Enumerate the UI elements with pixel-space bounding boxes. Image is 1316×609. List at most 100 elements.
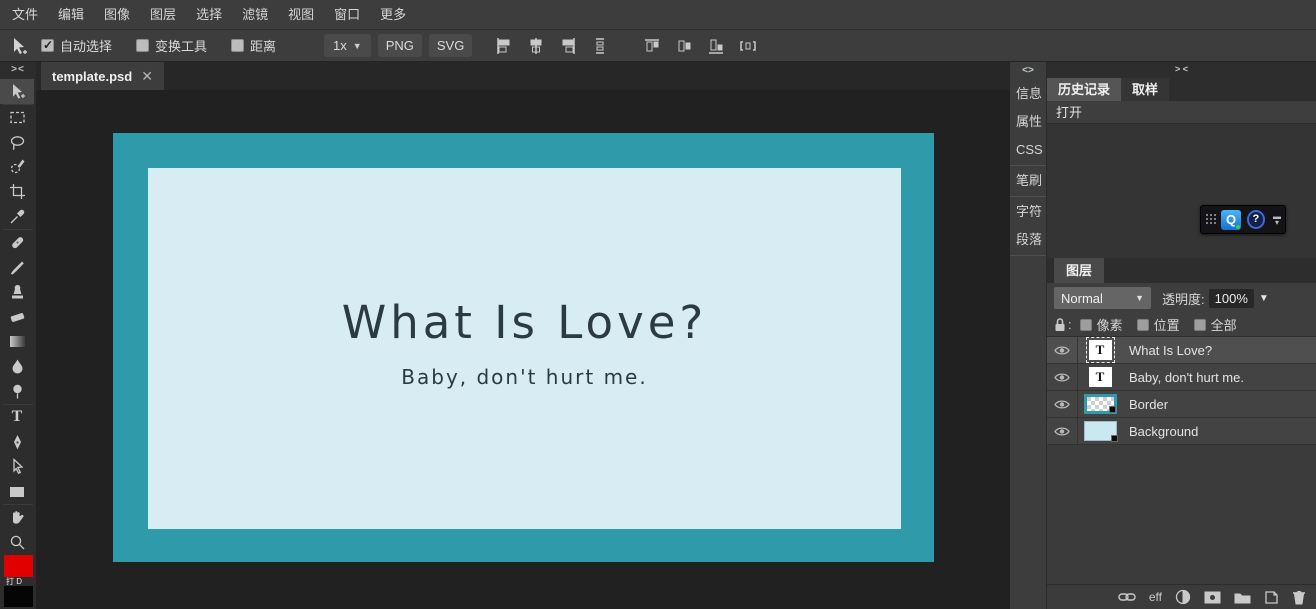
delete-layer-icon[interactable] xyxy=(1292,590,1306,605)
pixel-layer-thumbnail[interactable] xyxy=(1084,394,1117,414)
align-center-horizontal-icon[interactable] xyxy=(526,36,546,56)
layer-mask-icon[interactable] xyxy=(1204,591,1221,604)
lock-pixels-checkbox[interactable] xyxy=(1080,319,1092,331)
q-app-icon[interactable]: Q xyxy=(1221,210,1240,230)
layer-name[interactable]: Background xyxy=(1129,424,1198,439)
sidebar-tab-properties[interactable]: 属性 xyxy=(1010,108,1046,136)
tool-eraser[interactable] xyxy=(0,304,34,329)
checkbox-unchecked-icon[interactable] xyxy=(231,39,244,52)
document-canvas[interactable]: What Is Love? Baby, don't hurt me. xyxy=(113,133,934,562)
new-group-icon[interactable] xyxy=(1234,591,1251,604)
menu-item-window[interactable]: 窗口 xyxy=(324,0,370,29)
export-png-button[interactable]: PNG xyxy=(378,34,422,57)
opacity-dropdown-icon[interactable]: ▼ xyxy=(1259,293,1269,304)
export-svg-button[interactable]: SVG xyxy=(429,34,472,57)
visibility-toggle[interactable] xyxy=(1047,391,1078,417)
tab-history[interactable]: 历史记录 xyxy=(1047,78,1121,101)
align-right-icon[interactable] xyxy=(558,36,578,56)
tool-spot-heal[interactable] xyxy=(0,230,34,255)
layer-row[interactable]: T What Is Love? xyxy=(1047,337,1316,364)
tool-crop[interactable] xyxy=(0,179,34,204)
menu-item-file[interactable]: 文件 xyxy=(2,0,48,29)
canvas-workspace[interactable]: What Is Love? Baby, don't hurt me. xyxy=(36,90,1010,609)
expand-panels-icon[interactable]: <> xyxy=(1010,62,1046,80)
tool-zoom[interactable] xyxy=(0,530,34,555)
close-icon[interactable]: ✕ xyxy=(141,68,153,85)
menu-item-filter[interactable]: 滤镜 xyxy=(232,0,278,29)
menu-item-more[interactable]: 更多 xyxy=(370,0,416,29)
tool-rectangle-select[interactable] xyxy=(0,105,34,130)
transform-controls-checkbox[interactable]: 变换工具 xyxy=(136,36,207,55)
minimize-expand-icon[interactable]: ▬▾ xyxy=(1273,214,1281,226)
pixel-ratio-select[interactable]: 1x ▼ xyxy=(324,34,371,57)
menu-item-image[interactable]: 图像 xyxy=(94,0,140,29)
tool-lasso[interactable] xyxy=(0,130,34,155)
tool-clone-stamp[interactable] xyxy=(0,280,34,305)
align-bottom-icon[interactable] xyxy=(706,36,726,56)
tool-type[interactable]: T xyxy=(0,405,34,430)
distribute-horizontal-icon[interactable] xyxy=(738,36,758,56)
lock-position-checkbox[interactable] xyxy=(1137,319,1149,331)
tool-gradient[interactable] xyxy=(0,329,34,354)
tab-sampling[interactable]: 取样 xyxy=(1121,78,1169,101)
collapse-history-icon[interactable]: > < xyxy=(1047,62,1316,78)
help-icon[interactable]: ? xyxy=(1247,210,1265,229)
visibility-toggle[interactable] xyxy=(1047,418,1078,444)
tool-hand[interactable] xyxy=(0,505,34,530)
visibility-toggle[interactable] xyxy=(1047,337,1078,363)
menu-item-edit[interactable]: 编辑 xyxy=(48,0,94,29)
canvas-subtitle-text[interactable]: Baby, don't hurt me. xyxy=(148,365,901,389)
layer-row[interactable]: Background xyxy=(1047,418,1316,445)
floating-helper-toolbar[interactable]: Q ? ▬▾ xyxy=(1200,205,1286,234)
menu-item-select[interactable]: 选择 xyxy=(186,0,232,29)
checkbox-unchecked-icon[interactable] xyxy=(136,39,149,52)
align-top-icon[interactable] xyxy=(642,36,662,56)
sidebar-tab-character[interactable]: 字符 xyxy=(1010,198,1046,226)
layer-name[interactable]: Baby, don't hurt me. xyxy=(1129,370,1244,385)
tool-direct-select[interactable] xyxy=(0,455,34,480)
visibility-toggle[interactable] xyxy=(1047,364,1078,390)
auto-select-checkbox[interactable]: 自动选择 xyxy=(41,36,112,55)
tool-brush[interactable] xyxy=(0,255,34,280)
drag-handle-icon[interactable] xyxy=(1205,213,1217,226)
checkbox-checked-icon[interactable] xyxy=(41,39,54,52)
adjustment-layer-icon[interactable] xyxy=(1175,589,1191,605)
tool-blur[interactable] xyxy=(0,354,34,379)
distribute-vertical-icon[interactable] xyxy=(590,36,610,56)
sidebar-tab-brush[interactable]: 笔刷 xyxy=(1010,167,1046,195)
text-layer-thumbnail[interactable]: T xyxy=(1089,367,1112,387)
menu-item-view[interactable]: 视图 xyxy=(278,0,324,29)
blend-mode-select[interactable]: Normal ▼ xyxy=(1054,287,1151,309)
sidebar-tab-css[interactable]: CSS xyxy=(1010,136,1046,164)
collapse-tools-icon[interactable]: >< xyxy=(0,62,36,79)
layer-row[interactable]: T Baby, don't hurt me. xyxy=(1047,364,1316,391)
tool-move[interactable] xyxy=(0,79,34,104)
foreground-color-swatch[interactable] xyxy=(4,555,33,577)
canvas-background[interactable]: What Is Love? Baby, don't hurt me. xyxy=(148,168,901,529)
align-middle-vertical-icon[interactable] xyxy=(674,36,694,56)
align-left-icon[interactable] xyxy=(494,36,514,56)
tool-dodge[interactable] xyxy=(0,379,34,404)
opacity-value[interactable]: 100% xyxy=(1209,289,1254,308)
background-color-swatch[interactable] xyxy=(4,586,33,607)
tool-rectangle-shape[interactable] xyxy=(0,479,34,504)
tool-eyedropper[interactable] xyxy=(0,204,34,229)
layer-name[interactable]: Border xyxy=(1129,397,1168,412)
layer-effects-button[interactable]: eff xyxy=(1149,590,1162,604)
new-layer-icon[interactable] xyxy=(1264,590,1279,605)
swatch-controls-label[interactable]: 打 D xyxy=(4,577,36,586)
tool-pen[interactable] xyxy=(0,430,34,455)
layer-name[interactable]: What Is Love? xyxy=(1129,343,1212,358)
text-layer-thumbnail[interactable]: T xyxy=(1089,340,1112,360)
distance-checkbox[interactable]: 距离 xyxy=(231,36,276,55)
pixel-layer-thumbnail[interactable] xyxy=(1084,421,1117,441)
link-layers-icon[interactable] xyxy=(1118,591,1136,603)
tool-quick-select[interactable] xyxy=(0,154,34,179)
layer-row[interactable]: Border xyxy=(1047,391,1316,418)
lock-all-checkbox[interactable] xyxy=(1194,319,1206,331)
tab-layers[interactable]: 图层 xyxy=(1054,258,1104,283)
canvas-title-text[interactable]: What Is Love? xyxy=(148,296,901,349)
sidebar-tab-paragraph[interactable]: 段落 xyxy=(1010,226,1046,254)
menu-item-layer[interactable]: 图层 xyxy=(140,0,186,29)
sidebar-tab-info[interactable]: 信息 xyxy=(1010,80,1046,108)
